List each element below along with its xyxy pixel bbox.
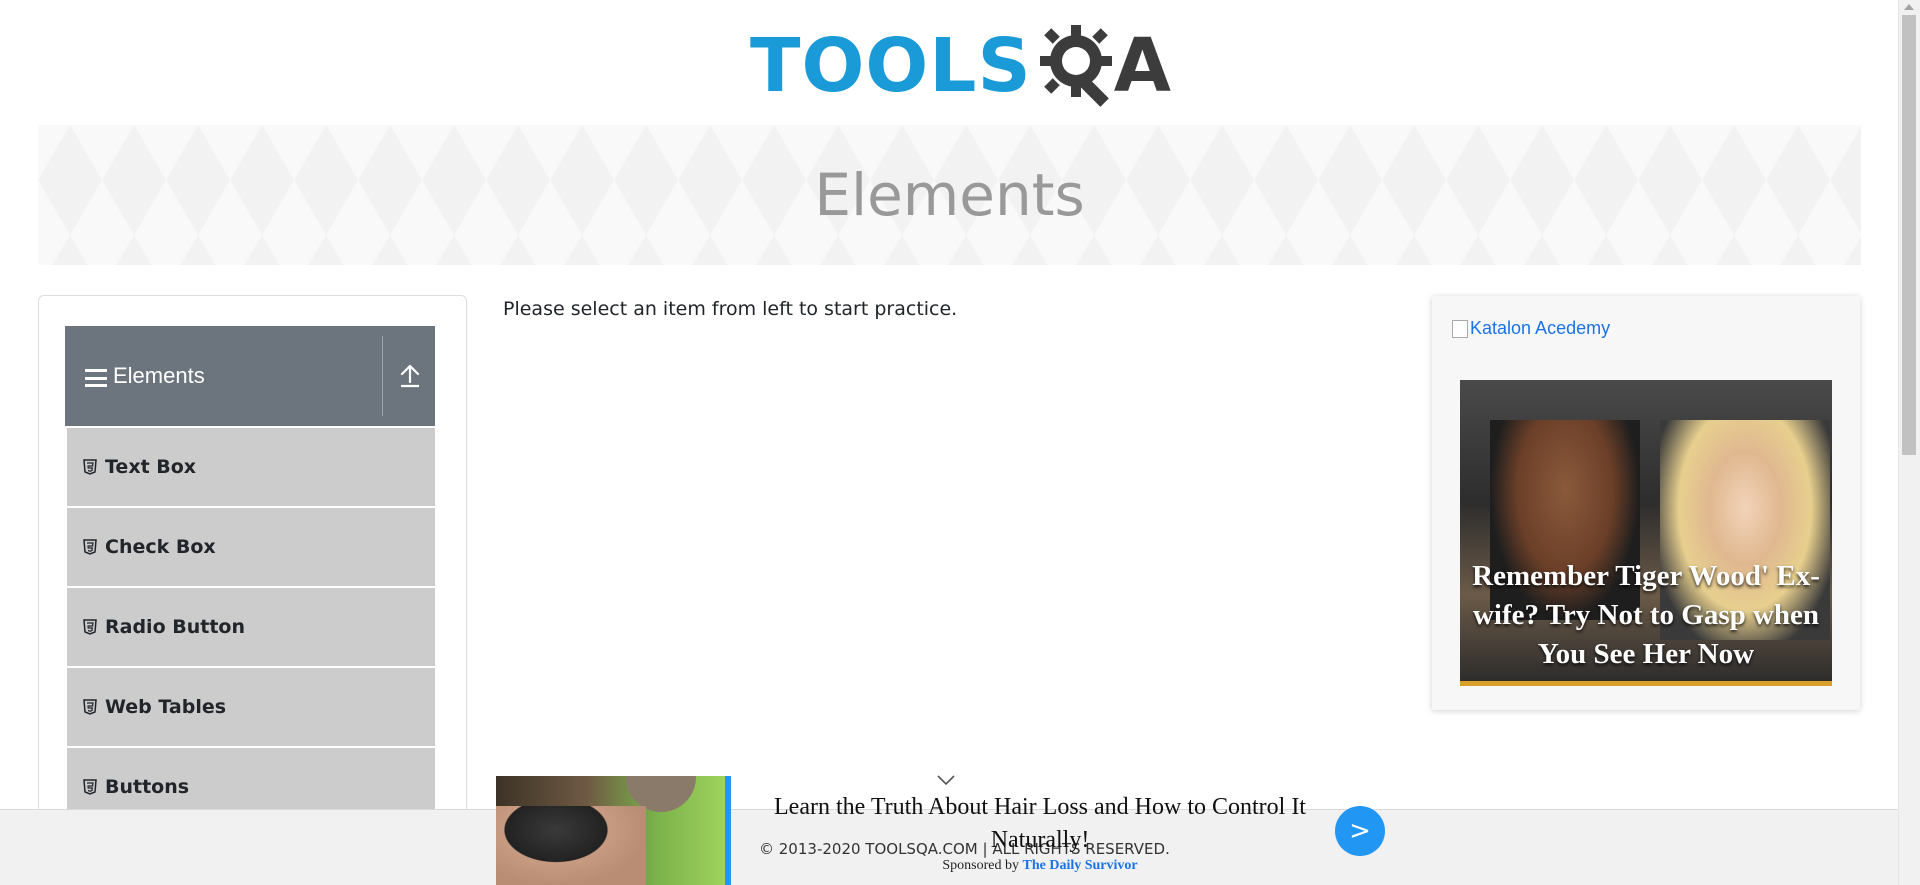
hamburger-icon [85,369,107,387]
html5-icon [83,459,97,475]
broken-image-icon [1452,319,1468,338]
ad-accent-bar [1460,681,1832,686]
header-divider [382,336,383,416]
chevron-down-icon[interactable] [936,774,956,786]
ad-go-button[interactable]: > [1335,806,1385,856]
page-title: Elements [814,161,1085,229]
ad-headline: Remember Tiger Wood' Ex-wife? Try Not to… [1472,560,1820,670]
sidebar-group-header-elements[interactable]: Elements [65,326,435,426]
sidebar-item-text-box[interactable]: Text Box [67,426,435,506]
sidebar-group-title: Elements [113,363,205,388]
sponsor-name[interactable]: The Daily Survivor [1023,858,1138,873]
katalon-ad-link[interactable]: Katalon Acedemy [1452,318,1610,339]
bottom-ad-title[interactable]: Learn the Truth About Hair Loss and How … [750,791,1330,857]
sidebar-item-label: Radio Button [105,616,245,638]
sidebar-item-radio-button[interactable]: Radio Button [67,586,435,666]
sponsor-prefix: Sponsored by [942,858,1019,873]
ad-thumbnail[interactable] [496,776,725,885]
sidebar-item-label: Web Tables [105,696,227,718]
ad-thumbnail-head [496,806,646,885]
sidebar: Elements Text Box Check Box Radio Button… [38,295,467,885]
ad-alt-text: Katalon Acedemy [1470,318,1611,338]
sidebar-item-label: Buttons [105,776,190,798]
sidebar-item-label: Text Box [105,456,197,478]
sidebar-item-label: Check Box [105,536,216,558]
practice-instruction: Please select an item from left to start… [503,298,958,320]
site-logo[interactable]: TOOLS A [750,18,1171,114]
gear-magnifier-icon [1039,25,1112,107]
bottom-ad-sponsor: Sponsored by The Daily Survivor [750,858,1330,874]
html5-icon [83,619,97,635]
bottom-native-ad[interactable]: Learn the Truth About Hair Loss and How … [496,774,1396,885]
page: TOOLS A Elements Elements Text Box Check… [0,0,1920,885]
sidebar-item-web-tables[interactable]: Web Tables [67,666,435,746]
page-banner: Elements [38,125,1861,265]
sidebar-ad-card: Katalon Acedemy Remember Tiger Wood' Ex-… [1432,296,1860,710]
upload-arrow-icon[interactable] [397,362,423,390]
html5-icon [83,779,97,795]
logo-suffix: A [1113,23,1172,109]
ad-image[interactable]: Remember Tiger Wood' Ex-wife? Try Not to… [1460,380,1832,686]
scroll-up-icon[interactable] [1904,4,1914,10]
sidebar-item-check-box[interactable]: Check Box [67,506,435,586]
ad-accent-bar [725,776,731,885]
html5-icon [83,699,97,715]
html5-icon [83,539,97,555]
logo-text: TOOLS [750,23,1032,109]
scrollbar-thumb[interactable] [1902,15,1916,455]
